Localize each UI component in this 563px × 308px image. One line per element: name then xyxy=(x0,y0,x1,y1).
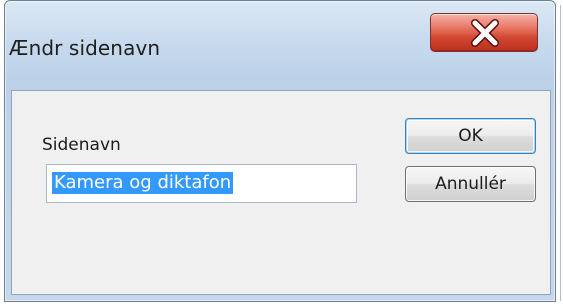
window-title: Ændr sidenavn xyxy=(9,36,161,60)
window-edge-shadow xyxy=(560,5,561,301)
title-bar: Ændr sidenavn xyxy=(5,1,555,83)
close-icon xyxy=(471,19,499,47)
page-name-label: Sidenavn xyxy=(42,135,121,155)
ok-button[interactable]: OK xyxy=(405,118,536,154)
close-button[interactable] xyxy=(430,13,538,52)
dialog-window: Ændr sidenavn Sidenavn Kamera og diktafo… xyxy=(4,0,561,302)
dialog-content: Sidenavn Kamera og diktafon OK Annullér xyxy=(11,90,551,295)
cancel-button[interactable]: Annullér xyxy=(405,166,536,202)
page-name-value[interactable]: Kamera og diktafon xyxy=(52,172,234,194)
page-name-input[interactable]: Kamera og diktafon xyxy=(46,164,357,203)
